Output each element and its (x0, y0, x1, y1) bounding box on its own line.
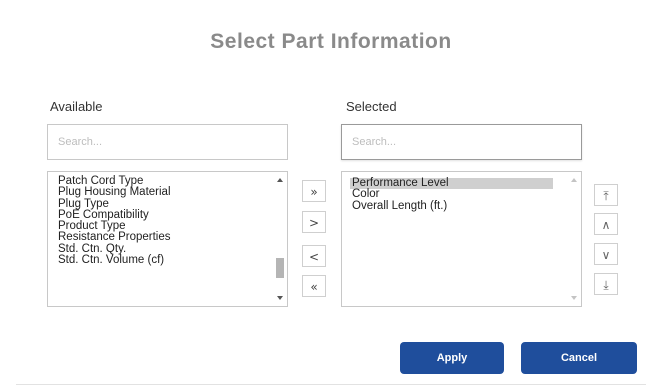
cancel-button[interactable]: Cancel (521, 342, 637, 374)
selected-listbox[interactable]: Performance Level Color Overall Length (… (341, 171, 582, 307)
move-to-top-button[interactable]: ⤒ (594, 184, 618, 206)
available-label: Available (50, 99, 103, 114)
scroll-down-arrow-icon[interactable] (277, 296, 283, 300)
available-search-input[interactable] (47, 124, 288, 160)
scroll-up-arrow-icon[interactable] (277, 178, 283, 182)
dialog-title: Select Part Information (210, 30, 452, 53)
move-left-button[interactable]: < (302, 245, 326, 267)
list-item[interactable]: Overall Length (ft.) (350, 200, 581, 212)
apply-button[interactable]: Apply (400, 342, 504, 374)
move-all-right-button[interactable]: » (302, 180, 326, 202)
selected-scrollbar[interactable] (569, 174, 579, 304)
list-item[interactable]: Plug Housing Material (56, 186, 287, 198)
move-right-button[interactable]: > (302, 211, 326, 233)
scroll-down-arrow-icon[interactable] (571, 296, 577, 300)
selected-list: Performance Level Color Overall Length (… (342, 172, 581, 212)
divider (16, 384, 646, 385)
available-scrollbar[interactable] (275, 174, 285, 304)
selected-label: Selected (346, 99, 397, 114)
move-down-button[interactable]: ∨ (594, 243, 618, 265)
scroll-up-arrow-icon[interactable] (571, 178, 577, 182)
move-to-bottom-button[interactable]: ⤓ (594, 273, 618, 295)
list-item[interactable]: Color (350, 188, 581, 200)
list-item-selected[interactable]: Performance Level (350, 177, 553, 190)
move-all-left-button[interactable]: « (302, 275, 326, 297)
selected-search-input[interactable] (341, 124, 582, 160)
available-list: Patch Cord Type Plug Housing Material Pl… (48, 172, 287, 266)
move-up-button[interactable]: ∧ (594, 213, 618, 235)
scroll-thumb[interactable] (276, 258, 284, 278)
available-listbox[interactable]: Patch Cord Type Plug Housing Material Pl… (47, 171, 288, 307)
list-item[interactable]: Std. Ctn. Volume (cf) (56, 254, 287, 266)
